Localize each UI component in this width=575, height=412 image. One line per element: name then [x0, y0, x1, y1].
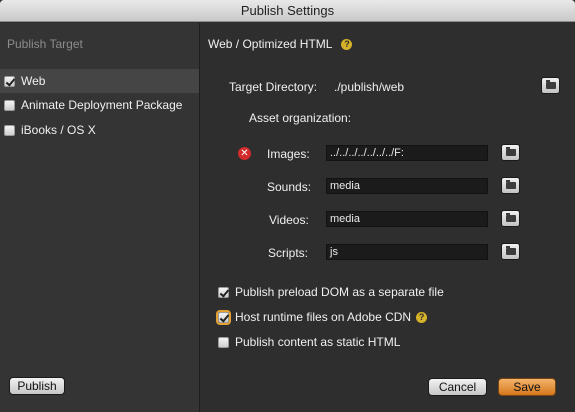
panel-title-text: Web / Optimized HTML	[208, 37, 333, 51]
save-button[interactable]: Save	[498, 378, 556, 396]
videos-browse-button[interactable]	[501, 210, 520, 227]
target-label: iBooks / OS X	[21, 123, 96, 137]
option-label: Host runtime files on Adobe CDN	[235, 310, 412, 324]
help-icon[interactable]: ?	[416, 311, 428, 323]
scripts-path-input[interactable]: js	[326, 244, 488, 260]
target-item-web[interactable]: Web	[0, 69, 199, 93]
videos-path-input[interactable]: media	[326, 211, 488, 227]
sounds-browse-button[interactable]	[501, 177, 520, 194]
cancel-button[interactable]: Cancel	[428, 378, 487, 396]
option-host-runtime-cdn[interactable]: Host runtime files on Adobe CDN ?	[218, 310, 428, 324]
window-title: Publish Settings	[0, 0, 575, 22]
sounds-path-input[interactable]: media	[326, 178, 488, 194]
option-static-html[interactable]: Publish content as static HTML	[218, 335, 400, 349]
images-label: Images:	[267, 147, 310, 161]
panel-title: Web / Optimized HTML ?	[208, 37, 353, 51]
target-directory-value: ./publish/web	[334, 80, 405, 94]
sounds-label: Sounds:	[267, 180, 312, 194]
publish-button[interactable]: Publish	[9, 377, 65, 395]
help-icon[interactable]: ?	[341, 38, 353, 50]
folder-icon	[506, 246, 516, 255]
folder-icon	[506, 147, 516, 156]
scripts-label: Scripts:	[268, 246, 309, 260]
error-icon: ✕	[238, 147, 251, 160]
target-item-ibooks-osx[interactable]: iBooks / OS X	[0, 118, 199, 142]
images-path-input[interactable]: ../../../../../../../F:	[326, 145, 488, 161]
target-directory-browse-button[interactable]	[541, 77, 560, 94]
settings-panel: Web / Optimized HTML ? Target Directory:…	[201, 23, 575, 412]
folder-icon	[506, 180, 516, 189]
videos-label: Videos:	[269, 213, 309, 227]
asset-organization-label: Asset organization:	[249, 111, 352, 125]
ibooks-checkbox[interactable]	[4, 124, 15, 136]
animate-deployment-checkbox[interactable]	[4, 99, 15, 111]
target-item-animate-deployment-package[interactable]: Animate Deployment Package	[0, 93, 199, 117]
scripts-browse-button[interactable]	[501, 243, 520, 260]
images-browse-button[interactable]	[501, 144, 520, 161]
static-html-checkbox[interactable]	[218, 336, 229, 348]
preload-dom-checkbox[interactable]	[218, 286, 229, 298]
option-label: Publish preload DOM as a separate file	[235, 285, 444, 299]
web-checkbox[interactable]	[4, 75, 15, 87]
sidebar-header: Publish Target	[7, 37, 83, 51]
folder-icon	[506, 213, 516, 222]
publish-target-sidebar: Publish Target Web Animate Deployment Pa…	[0, 23, 200, 412]
target-directory-label: Target Directory:	[229, 80, 318, 94]
option-preload-dom[interactable]: Publish preload DOM as a separate file	[218, 285, 444, 299]
folder-icon	[546, 80, 556, 89]
target-label: Animate Deployment Package	[21, 98, 183, 112]
host-runtime-checkbox[interactable]	[218, 311, 229, 323]
target-label: Web	[21, 74, 46, 88]
option-label: Publish content as static HTML	[235, 335, 401, 349]
